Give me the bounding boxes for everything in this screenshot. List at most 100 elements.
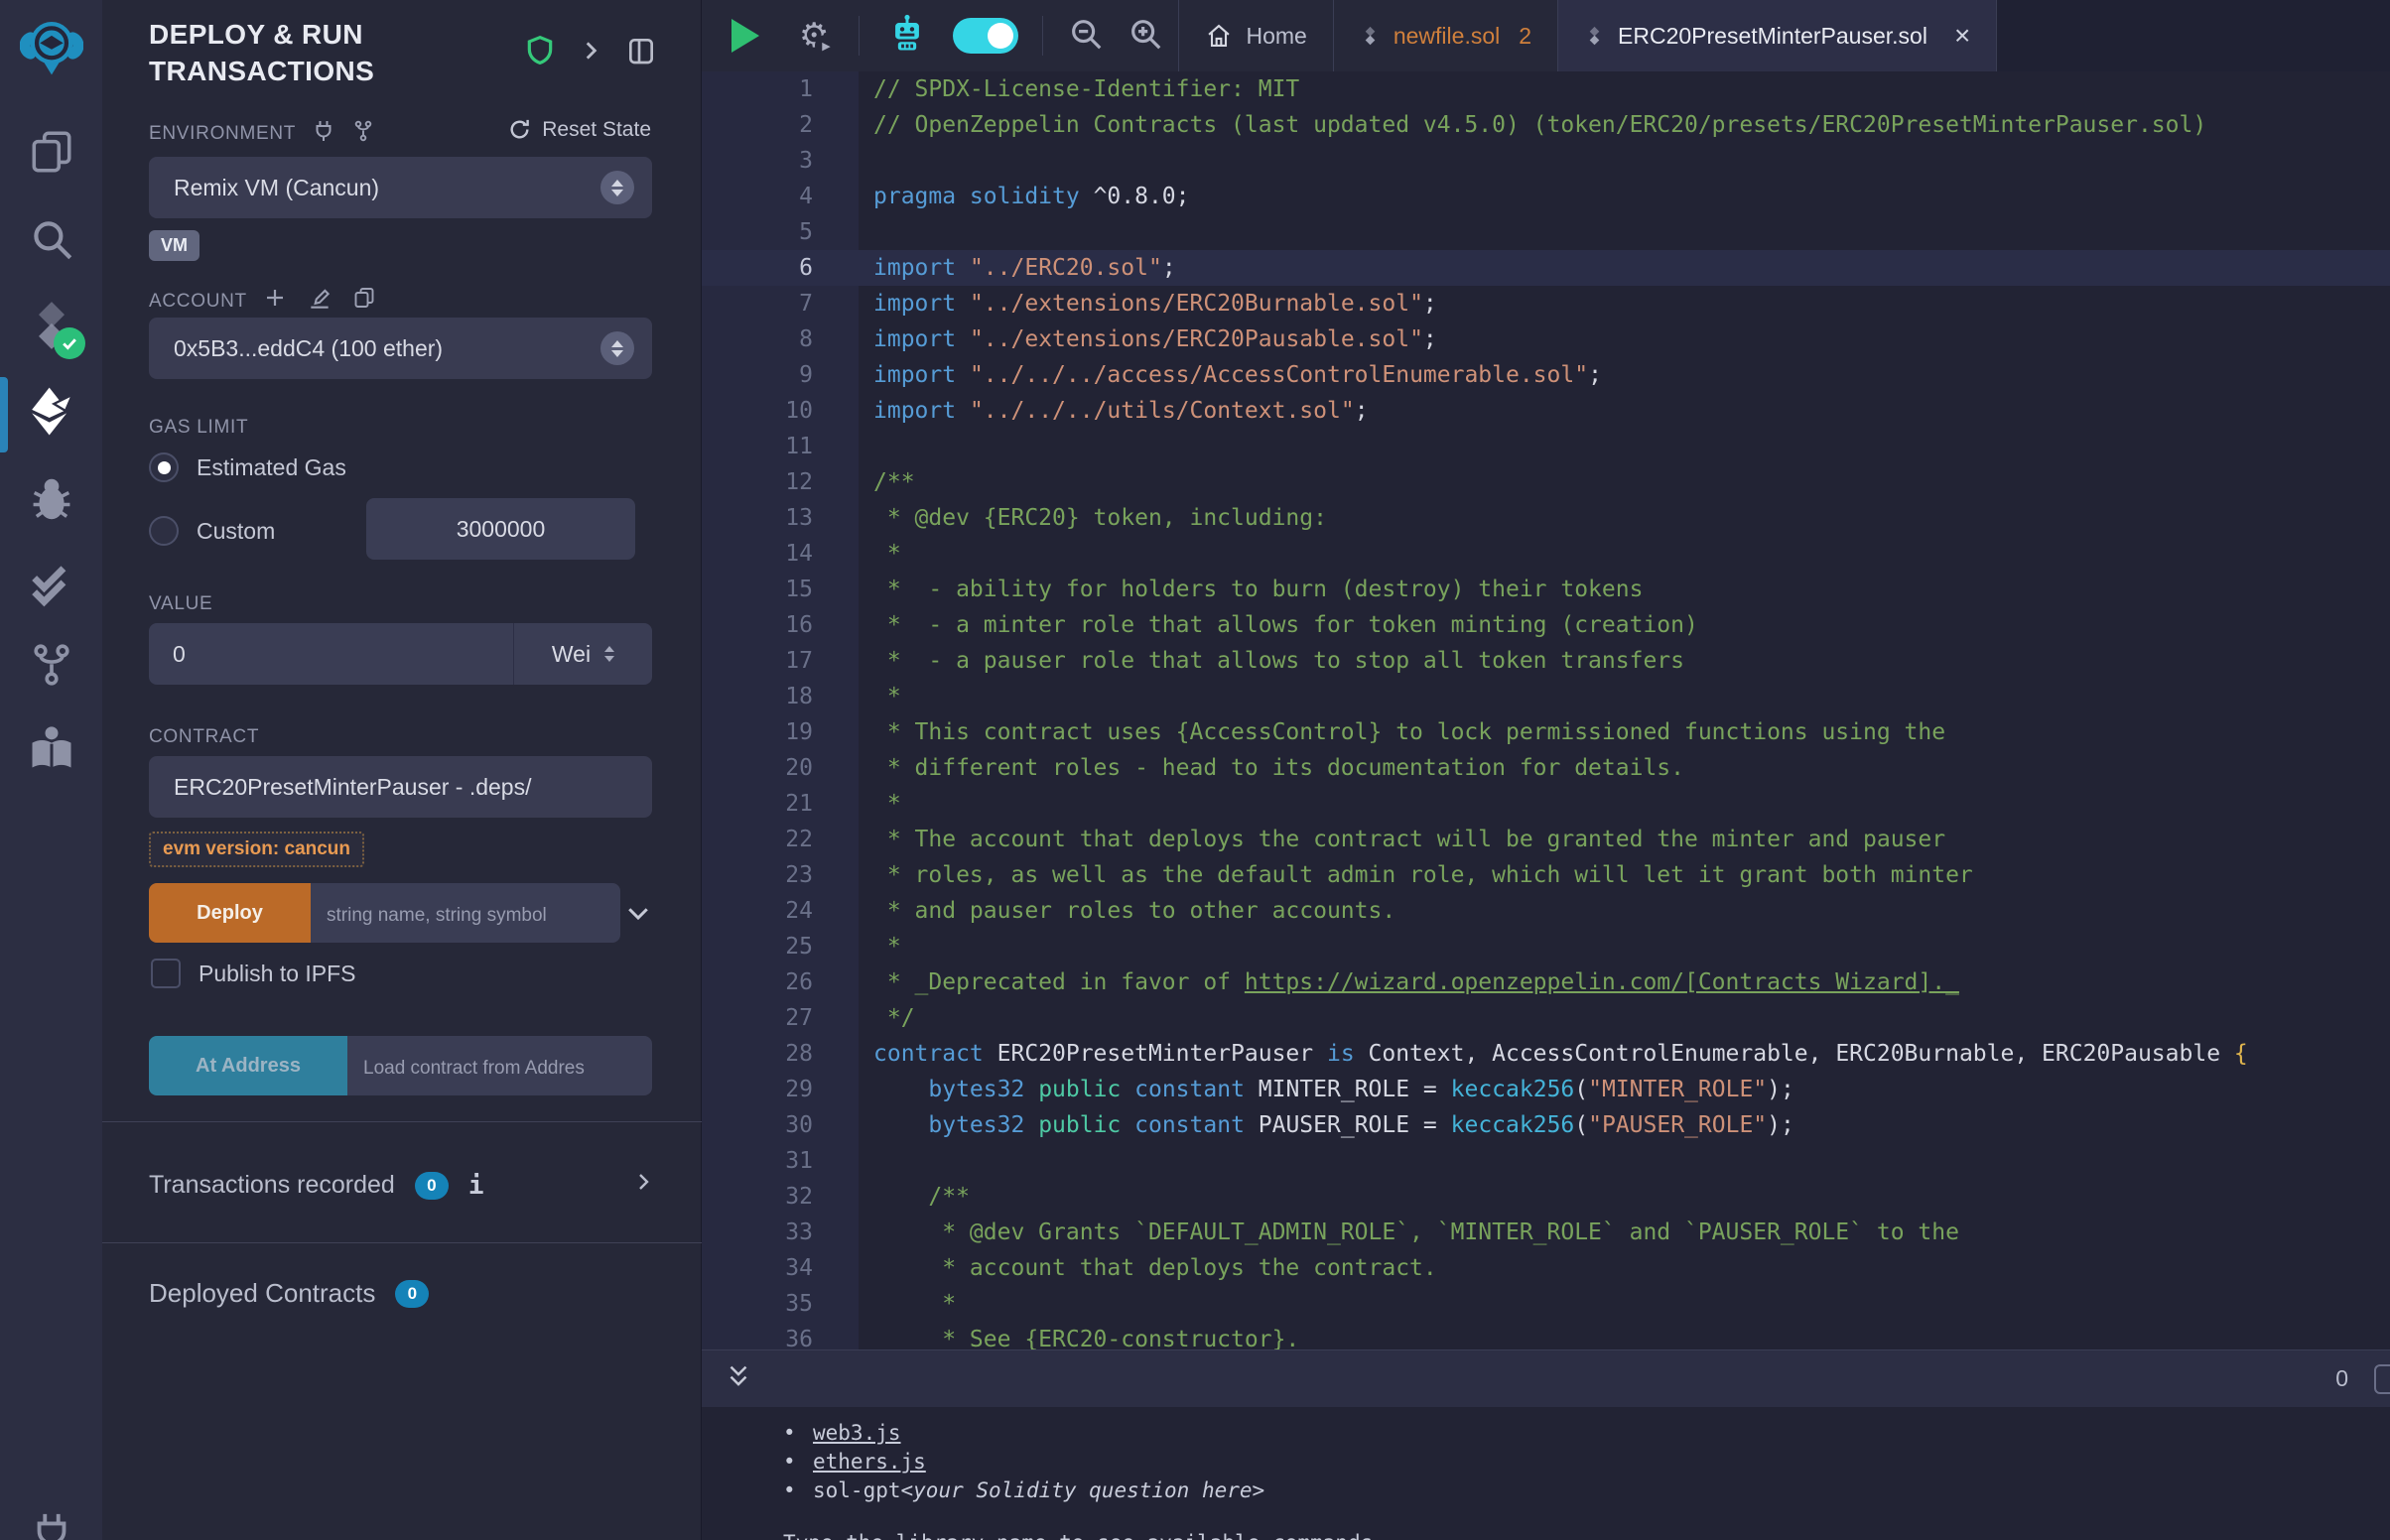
code-line-12[interactable]: 12/** bbox=[702, 464, 2390, 500]
code-line-16[interactable]: 16 * - a minter role that allows for tok… bbox=[702, 607, 2390, 643]
run-settings-gear-icon[interactable]: ⚙ ▶ bbox=[799, 19, 829, 53]
expand-transactions-chevron-icon[interactable] bbox=[631, 1169, 655, 1202]
code-line-11[interactable]: 11 bbox=[702, 429, 2390, 464]
transactions-recorded-row[interactable]: Transactions recorded 0 i bbox=[149, 1169, 655, 1202]
code-line-18[interactable]: 18 * bbox=[702, 679, 2390, 714]
line-number[interactable]: 2 bbox=[702, 107, 859, 143]
code-line-26[interactable]: 26 * _Deprecated in favor of https://wiz… bbox=[702, 964, 2390, 1000]
code-line-17[interactable]: 17 * - a pauser role that allows to stop… bbox=[702, 643, 2390, 679]
at-address-button[interactable]: At Address bbox=[149, 1036, 347, 1095]
copy-account-icon[interactable] bbox=[352, 286, 376, 318]
line-number[interactable]: 1 bbox=[702, 71, 859, 107]
copilot-toggle[interactable] bbox=[953, 18, 1018, 54]
code-line-13[interactable]: 13 * @dev {ERC20} token, including: bbox=[702, 500, 2390, 536]
run-script-play-icon[interactable] bbox=[731, 19, 759, 53]
terminal-library-link[interactable]: web3.js bbox=[813, 1419, 901, 1448]
code-line-15[interactable]: 15 * - ability for holders to burn (dest… bbox=[702, 572, 2390, 607]
tab-erc20presetminterpauser-sol[interactable]: ERC20PresetMinterPauser.sol × bbox=[1558, 0, 1997, 71]
at-address-input[interactable] bbox=[347, 1036, 652, 1095]
code-line-3[interactable]: 3 bbox=[702, 143, 2390, 179]
line-number[interactable]: 20 bbox=[702, 750, 859, 786]
code-line-27[interactable]: 27 */ bbox=[702, 1000, 2390, 1036]
reset-state-button[interactable]: Reset State bbox=[507, 117, 651, 142]
close-tab-icon[interactable]: × bbox=[1954, 22, 1970, 50]
line-number[interactable]: 6 bbox=[702, 250, 859, 286]
line-number[interactable]: 29 bbox=[702, 1072, 859, 1107]
line-number[interactable]: 4 bbox=[702, 179, 859, 214]
debugger-bug-icon[interactable] bbox=[0, 472, 102, 524]
line-number[interactable]: 36 bbox=[702, 1322, 859, 1349]
line-number[interactable]: 12 bbox=[702, 464, 859, 500]
custom-gas-radio[interactable] bbox=[149, 516, 179, 546]
environment-plug-icon[interactable] bbox=[312, 119, 335, 149]
deploy-button[interactable]: Deploy bbox=[149, 883, 311, 943]
zoom-in-icon[interactable] bbox=[1127, 15, 1164, 58]
learneth-icon[interactable] bbox=[0, 722, 102, 774]
code-line-8[interactable]: 8import "../extensions/ERC20Pausable.sol… bbox=[702, 321, 2390, 357]
line-number[interactable]: 14 bbox=[702, 536, 859, 572]
line-number[interactable]: 11 bbox=[702, 429, 859, 464]
line-number[interactable]: 27 bbox=[702, 1000, 859, 1036]
line-number[interactable]: 24 bbox=[702, 893, 859, 929]
line-number[interactable]: 8 bbox=[702, 321, 859, 357]
unit-testing-icon[interactable] bbox=[0, 558, 102, 609]
line-number[interactable]: 10 bbox=[702, 393, 859, 429]
terminal-library-link[interactable]: ethers.js bbox=[813, 1448, 926, 1476]
code-line-31[interactable]: 31 bbox=[702, 1143, 2390, 1179]
line-number[interactable]: 9 bbox=[702, 357, 859, 393]
line-number[interactable]: 7 bbox=[702, 286, 859, 321]
code-line-24[interactable]: 24 * and pauser roles to other accounts. bbox=[702, 893, 2390, 929]
listen-network-checkbox[interactable] bbox=[2374, 1364, 2390, 1394]
code-line-28[interactable]: 28contract ERC20PresetMinterPauser is Co… bbox=[702, 1036, 2390, 1072]
line-number[interactable]: 16 bbox=[702, 607, 859, 643]
account-select[interactable]: 0x5B3...eddC4 (100 ether) bbox=[149, 318, 652, 379]
code-line-10[interactable]: 10import "../../../utils/Context.sol"; bbox=[702, 393, 2390, 429]
code-line-34[interactable]: 34 * account that deploys the contract. bbox=[702, 1250, 2390, 1286]
search-icon[interactable] bbox=[0, 214, 102, 264]
code-line-9[interactable]: 9import "../../../access/AccessControlEn… bbox=[702, 357, 2390, 393]
file-explorer-icon[interactable] bbox=[0, 127, 102, 177]
code-line-33[interactable]: 33 * @dev Grants `DEFAULT_ADMIN_ROLE`, `… bbox=[702, 1215, 2390, 1250]
code-line-2[interactable]: 2// OpenZeppelin Contracts (last updated… bbox=[702, 107, 2390, 143]
code-line-4[interactable]: 4pragma solidity ^0.8.0; bbox=[702, 179, 2390, 214]
line-number[interactable]: 26 bbox=[702, 964, 859, 1000]
add-account-icon[interactable] bbox=[263, 286, 287, 318]
line-number[interactable]: 25 bbox=[702, 929, 859, 964]
sign-message-icon[interactable] bbox=[307, 286, 332, 318]
deploy-run-icon[interactable] bbox=[0, 383, 102, 439]
line-number[interactable]: 13 bbox=[702, 500, 859, 536]
pin-panel-icon[interactable] bbox=[625, 35, 657, 71]
line-number[interactable]: 3 bbox=[702, 143, 859, 179]
contract-select[interactable]: ERC20PresetMinterPauser - .deps/ bbox=[149, 756, 652, 818]
code-line-32[interactable]: 32 /** bbox=[702, 1179, 2390, 1215]
expand-constructor-params-icon[interactable] bbox=[623, 898, 653, 933]
ai-copilot-robot-icon[interactable] bbox=[885, 12, 929, 61]
line-number[interactable]: 23 bbox=[702, 857, 859, 893]
code-line-7[interactable]: 7import "../extensions/ERC20Burnable.sol… bbox=[702, 286, 2390, 321]
code-line-20[interactable]: 20 * different roles - head to its docum… bbox=[702, 750, 2390, 786]
code-line-29[interactable]: 29 bytes32 public constant MINTER_ROLE =… bbox=[702, 1072, 2390, 1107]
code-line-19[interactable]: 19 * This contract uses {AccessControl} … bbox=[702, 714, 2390, 750]
line-number[interactable]: 18 bbox=[702, 679, 859, 714]
line-number[interactable]: 32 bbox=[702, 1179, 859, 1215]
code-line-23[interactable]: 23 * roles, as well as the default admin… bbox=[702, 857, 2390, 893]
environment-fork-icon[interactable] bbox=[351, 119, 375, 149]
code-line-1[interactable]: 1// SPDX-License-Identifier: MIT bbox=[702, 71, 2390, 107]
publish-ipfs-checkbox[interactable] bbox=[151, 959, 181, 988]
value-unit-select[interactable]: Wei bbox=[513, 623, 652, 685]
code-line-30[interactable]: 30 bytes32 public constant PAUSER_ROLE =… bbox=[702, 1107, 2390, 1143]
line-number[interactable]: 35 bbox=[702, 1286, 859, 1322]
environment-select[interactable]: Remix VM (Cancun) bbox=[149, 157, 652, 218]
constructor-params-input[interactable] bbox=[311, 883, 620, 943]
line-number[interactable]: 28 bbox=[702, 1036, 859, 1072]
expand-terminal-chevrons-icon[interactable] bbox=[724, 1359, 753, 1398]
estimated-gas-radio[interactable] bbox=[149, 452, 179, 482]
line-number[interactable]: 15 bbox=[702, 572, 859, 607]
line-number[interactable]: 5 bbox=[702, 214, 859, 250]
code-line-6[interactable]: 6import "../ERC20.sol"; bbox=[702, 250, 2390, 286]
git-icon[interactable] bbox=[0, 641, 102, 689]
code-line-22[interactable]: 22 * The account that deploys the contra… bbox=[702, 822, 2390, 857]
line-number[interactable]: 19 bbox=[702, 714, 859, 750]
code-line-36[interactable]: 36 * See {ERC20-constructor}. bbox=[702, 1322, 2390, 1349]
line-number[interactable]: 22 bbox=[702, 822, 859, 857]
